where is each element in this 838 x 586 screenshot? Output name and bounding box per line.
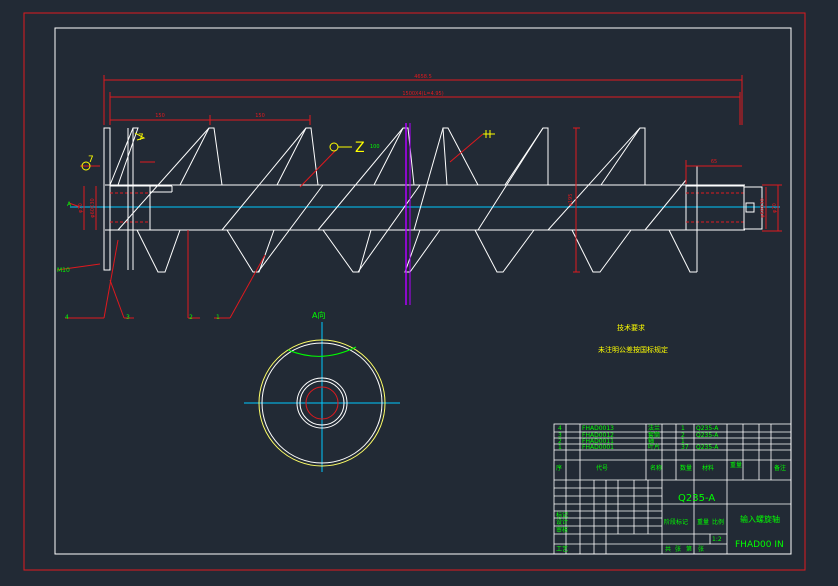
outer-diameter-dim: φ195 (568, 194, 574, 207)
svg-text:Q235-A: Q235-A (696, 432, 719, 439)
svg-text:重量: 重量 (730, 461, 742, 469)
callout-part-4: 4 (65, 314, 69, 321)
weld-symbol-left-mid: 7 (81, 155, 94, 171)
svg-text:7: 7 (138, 133, 144, 143)
svg-text:FHAD0001: FHAD0001 (582, 444, 614, 451)
drawing-name: 输入螺旋轴 (740, 514, 780, 524)
material-label: Q235-A (678, 493, 715, 504)
right-shaft-end (685, 185, 745, 231)
notes-line1: 未注明公差按国标规定 (598, 345, 668, 354)
overall-length-dim: 4658.5 (414, 74, 432, 80)
weld-symbol-main: Z (329, 140, 365, 156)
svg-text:张: 张 (698, 545, 704, 553)
svg-text:1: 1 (681, 425, 685, 432)
svg-text:名称: 名称 (650, 464, 662, 472)
callout-part-2: 2 (189, 314, 193, 321)
svg-text:37: 37 (681, 444, 689, 451)
svg-text:张: 张 (675, 545, 681, 553)
svg-text:序: 序 (556, 464, 562, 472)
svg-text:材料: 材料 (702, 464, 714, 472)
notes-title: 技术要求 (617, 323, 645, 332)
svg-text:叶片: 叶片 (648, 443, 660, 451)
svg-text:代号: 代号 (596, 464, 608, 472)
weld-note: 100 (370, 144, 380, 150)
left-flange (103, 127, 111, 271)
inner-border (54, 27, 792, 555)
weld-left-bottom: M10 (57, 267, 70, 274)
drawing-code: FHAD00 IN (735, 540, 784, 550)
pitch-a-dim: 150 (155, 113, 165, 119)
svg-text:4: 4 (558, 425, 562, 432)
cad-drawing: 4658.5 1500X4(L=4.95) 150 150 65 φ195 φ7… (23, 12, 806, 571)
svg-text:1:2: 1:2 (712, 536, 722, 543)
svg-text:Q235-A: Q235-A (696, 444, 719, 451)
svg-text:数量: 数量 (680, 464, 692, 472)
svg-text:阶段标记: 阶段标记 (664, 518, 688, 526)
svg-text:备注: 备注 (774, 464, 786, 472)
pitch-b-dim: 150 (255, 113, 265, 119)
svg-text:共: 共 (665, 545, 671, 553)
svg-text:比例: 比例 (712, 518, 724, 526)
section-view-label: A向 (312, 310, 325, 320)
svg-text:Z: Z (355, 140, 365, 156)
spiral-length-dim: 1500X4(L=4.95) (402, 91, 443, 97)
svg-text:设计: 设计 (556, 518, 568, 526)
svg-text:法兰: 法兰 (648, 424, 660, 432)
shaft-left-bore-dim: φ60X30 (90, 198, 96, 217)
svg-text:审核: 审核 (556, 526, 568, 534)
svg-text:1: 1 (558, 444, 562, 451)
end-length-dim: 65 (711, 159, 717, 165)
dimensions (83, 75, 782, 273)
screw-shaft-elevation (70, 123, 780, 305)
svg-text:重量: 重量 (697, 518, 709, 526)
section-view-a (244, 322, 400, 472)
weld-symbol-left-top: 7 (134, 132, 146, 143)
shaft-right-dim: φ70 (772, 203, 778, 213)
callout-part-3: 3 (126, 314, 130, 321)
callout-labels: 4 3 2 1 A M10 100 A向 (57, 144, 380, 321)
svg-text:工艺: 工艺 (556, 545, 568, 553)
spacer-symbol (483, 130, 495, 138)
helical-flights (109, 127, 697, 273)
svg-text:FHAD0013: FHAD0013 (582, 425, 614, 432)
svg-text:标记: 标记 (556, 511, 568, 519)
shaft-left-dim: φ70 (78, 203, 84, 213)
svg-text:7: 7 (88, 155, 94, 165)
shaft-right-bore-dim: φ60X30 (760, 198, 766, 217)
svg-text:第: 第 (686, 545, 692, 553)
svg-text:Q235-A: Q235-A (696, 425, 719, 432)
technical-notes: 技术要求 未注明公差按国标规定 (598, 323, 668, 354)
callout-part-1: 1 (216, 314, 220, 321)
